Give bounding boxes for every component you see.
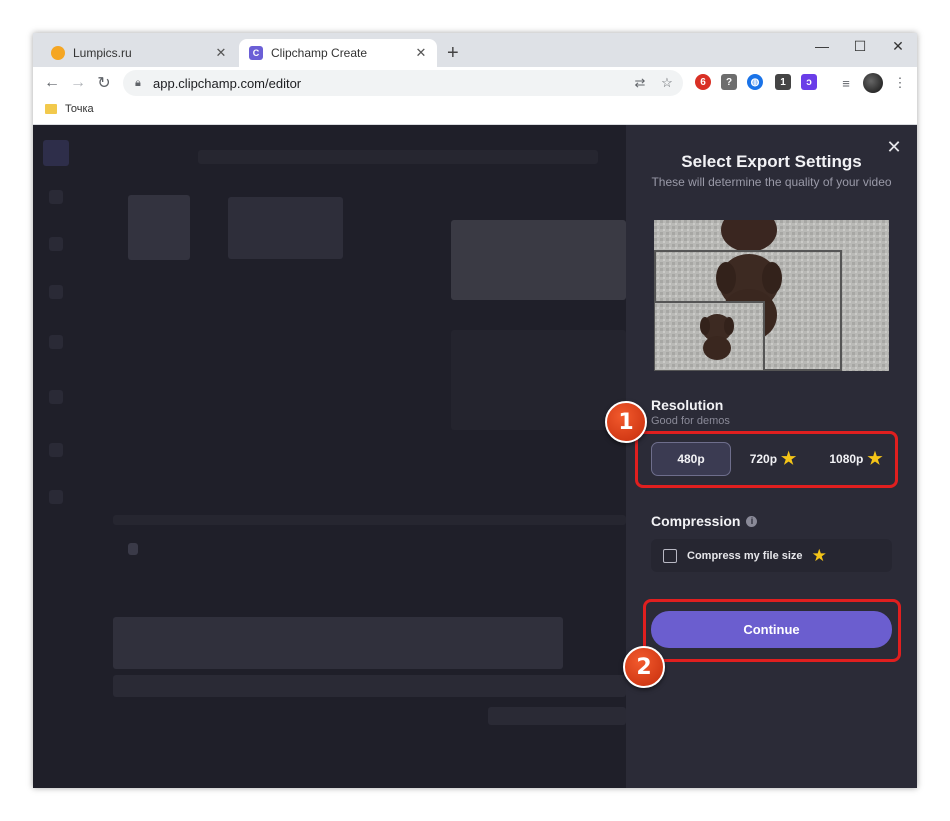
- blurred-sidebar-item: [49, 237, 63, 251]
- editor-background-blurred: [33, 125, 626, 788]
- forward-arrow-icon[interactable]: →: [67, 72, 89, 94]
- compress-option[interactable]: Compress my file size ★: [651, 539, 892, 572]
- bookmarks-bar: Точка: [33, 99, 917, 125]
- folder-icon: [45, 104, 57, 114]
- bookmark-label: Точка: [65, 103, 94, 115]
- blurred-top-menu: [198, 150, 598, 164]
- blurred-timeline-track: [113, 617, 563, 669]
- resolution-option-label: 480p: [677, 452, 705, 466]
- resolution-720p-button[interactable]: 720p ★: [738, 442, 808, 476]
- menu-kebab-icon[interactable]: ⋮: [891, 72, 909, 94]
- export-settings-panel: ✕ Select Export Settings These will dete…: [626, 125, 917, 788]
- tab-label: Clipchamp Create: [271, 46, 368, 60]
- blurred-preview: [451, 220, 626, 300]
- continue-button[interactable]: Continue: [651, 611, 892, 648]
- panel-title: Select Export Settings: [681, 152, 862, 171]
- bookmark-star-icon[interactable]: ☆: [658, 72, 676, 94]
- new-tab-button[interactable]: +: [447, 43, 459, 63]
- blurred-sidebar-item: [49, 285, 63, 299]
- resolution-option-label: 1080p: [829, 452, 864, 466]
- premium-star-icon: ★: [867, 449, 883, 468]
- blurred-timeline-track: [113, 675, 626, 697]
- blurred-timeline-ruler: [113, 515, 626, 525]
- media-queue-icon[interactable]: ≡: [837, 72, 855, 94]
- reload-icon[interactable]: ↻: [93, 72, 115, 94]
- clipchamp-favicon-icon: C: [249, 46, 263, 60]
- premium-star-icon: ★: [811, 545, 827, 565]
- maximize-icon[interactable]: ☐: [843, 33, 877, 59]
- tab-clipchamp[interactable]: C Clipchamp Create ✕: [239, 39, 437, 67]
- panel-subtitle: These will determine the quality of your…: [651, 175, 892, 189]
- blurred-playhead: [128, 543, 138, 555]
- blurred-timeline-track: [488, 707, 626, 725]
- bookmark-tochka[interactable]: Точка: [45, 103, 94, 115]
- tab-lumpics[interactable]: Lumpics.ru ✕: [41, 39, 237, 67]
- blurred-sidebar-item: [49, 490, 63, 504]
- lumpics-favicon-icon: [51, 46, 65, 60]
- blurred-sidebar-item: [49, 390, 63, 404]
- resolution-label: Resolution: [651, 397, 724, 413]
- window-close-icon[interactable]: ✕: [881, 33, 915, 59]
- address-bar[interactable]: 🔒︎ app.clipchamp.com/editor: [123, 70, 683, 96]
- info-icon[interactable]: i: [746, 515, 758, 527]
- annotation-badge-2: 2: [623, 646, 665, 688]
- compression-label-text: Compression: [651, 513, 741, 529]
- translate-icon[interactable]: ⇄: [631, 72, 649, 94]
- extension-5-icon[interactable]: ↄ: [801, 74, 817, 90]
- blurred-thumbnail: [228, 197, 343, 259]
- blurred-sidebar-item: [49, 335, 63, 349]
- annotation-badge-1: 1: [605, 401, 647, 443]
- extension-badge: 1: [780, 76, 786, 88]
- url-text: app.clipchamp.com/editor: [153, 75, 302, 91]
- resolution-preview-image: [654, 220, 889, 371]
- resolution-option-label: 720p: [749, 452, 778, 466]
- extension-badge: 6: [700, 76, 706, 88]
- back-arrow-icon[interactable]: ←: [41, 72, 63, 94]
- blurred-thumbnail: [128, 195, 190, 260]
- profile-avatar[interactable]: [863, 73, 883, 93]
- compression-label: Compression i: [651, 513, 758, 529]
- resolution-hint: Good for demos: [651, 415, 730, 427]
- extension-4-icon[interactable]: 1: [775, 74, 791, 90]
- lock-icon: 🔒︎: [135, 77, 141, 89]
- extension-2-icon[interactable]: ?: [721, 74, 737, 90]
- app-content: ✕ Select Export Settings These will dete…: [33, 125, 917, 788]
- tab-close-icon[interactable]: ✕: [213, 45, 229, 61]
- browser-toolbar: ← → ↻ 🔒︎ app.clipchamp.com/editor ⇄ ☆ 6 …: [33, 67, 917, 99]
- blurred-sidebar-item: [49, 443, 63, 457]
- blurred-preview-area: [451, 330, 626, 430]
- premium-star-icon: ★: [781, 449, 797, 468]
- blurred-logo: [43, 140, 69, 166]
- tab-label: Lumpics.ru: [73, 46, 132, 60]
- resolution-1080p-button[interactable]: 1080p ★: [816, 442, 896, 476]
- tab-strip: Lumpics.ru ✕ C Clipchamp Create ✕ + — ☐ …: [33, 33, 917, 67]
- extension-3-icon[interactable]: ◍: [747, 74, 763, 90]
- tab-close-icon[interactable]: ✕: [413, 45, 429, 61]
- extension-1-icon[interactable]: 6: [695, 74, 711, 90]
- resolution-480p-button[interactable]: 480p: [651, 442, 731, 476]
- compress-checkbox[interactable]: [663, 548, 677, 563]
- compress-checkbox-label: Compress my file size: [687, 549, 803, 562]
- minimize-icon[interactable]: —: [805, 33, 839, 59]
- browser-window: Lumpics.ru ✕ C Clipchamp Create ✕ + — ☐ …: [33, 33, 917, 788]
- blurred-sidebar-item: [49, 190, 63, 204]
